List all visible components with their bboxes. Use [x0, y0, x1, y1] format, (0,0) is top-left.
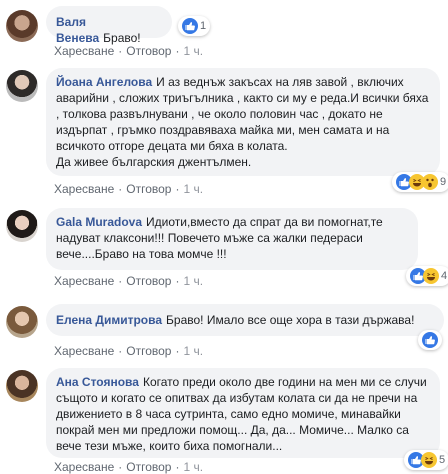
- reaction-count: 4: [441, 270, 448, 282]
- comment-author[interactable]: Ана Стоянова: [56, 375, 139, 389]
- reactions-summary[interactable]: 4: [406, 266, 448, 286]
- separator: ·: [118, 44, 123, 58]
- separator: ·: [118, 460, 123, 474]
- comment-time[interactable]: 1 ч.: [183, 274, 203, 288]
- separator: ·: [175, 182, 180, 196]
- separator: ·: [118, 344, 123, 358]
- separator: ·: [175, 274, 180, 288]
- comment-text: Браво!: [103, 31, 141, 45]
- comment-author[interactable]: Елена Димитрова: [56, 313, 162, 327]
- wow-reaction-icon: [422, 174, 438, 190]
- reply-link[interactable]: Отговор: [126, 344, 171, 358]
- reactions-summary[interactable]: 1: [178, 16, 211, 36]
- comment-time[interactable]: 1 ч.: [183, 344, 203, 358]
- reply-link[interactable]: Отговор: [126, 182, 171, 196]
- avatar[interactable]: [6, 210, 38, 242]
- haha-reaction-icon: [421, 452, 437, 468]
- avatar[interactable]: [6, 370, 38, 402]
- comment-time[interactable]: 1 ч.: [183, 182, 203, 196]
- like-reaction-icon: [422, 332, 438, 348]
- comment-time[interactable]: 1 ч.: [183, 44, 203, 58]
- comment-author[interactable]: Йоана Ангелова: [56, 75, 152, 89]
- like-link[interactable]: Харесване: [54, 274, 114, 288]
- reply-link[interactable]: Отговор: [126, 274, 171, 288]
- reply-link[interactable]: Отговор: [126, 460, 171, 474]
- like-link[interactable]: Харесване: [54, 44, 114, 58]
- like-reaction-icon: [182, 18, 198, 34]
- comment-text: Браво! Имало все още хора в тази държава…: [166, 313, 415, 327]
- comment-actions: Харесване · Отговор · 1 ч.: [54, 182, 203, 196]
- comment-bubble: Ана Стоянова Когато преди около две годин…: [46, 368, 440, 458]
- like-link[interactable]: Харесване: [54, 182, 114, 196]
- comment-bubble: Gala Muradova Идиоти,вместо да спрат да в…: [46, 208, 418, 270]
- separator: ·: [118, 274, 123, 288]
- reply-link[interactable]: Отговор: [126, 44, 171, 58]
- reaction-count: 5: [439, 454, 446, 466]
- comment-actions: Харесване · Отговор · 1 ч.: [54, 460, 203, 474]
- separator: ·: [118, 182, 123, 196]
- avatar[interactable]: [6, 10, 38, 42]
- reactions-summary[interactable]: 9: [392, 172, 448, 192]
- comment-bubble: Елена Димитрова Браво! Имало все още хора…: [46, 304, 444, 336]
- comment-author[interactable]: Валя Венева: [56, 15, 99, 45]
- comment-bubble: Йоана Ангелова И аз веднъж закъсах на ляв…: [46, 68, 440, 176]
- like-link[interactable]: Харесване: [54, 460, 114, 474]
- comment-bubble: Валя Венева Браво!: [46, 6, 172, 45]
- like-link[interactable]: Харесване: [54, 344, 114, 358]
- comment-time[interactable]: 1 ч.: [183, 460, 203, 474]
- comment-actions: Харесване · Отговор · 1 ч.: [54, 44, 203, 58]
- comment-text: И аз веднъж закъсах на ляв завой , включ…: [56, 75, 429, 169]
- haha-reaction-icon: [423, 268, 439, 284]
- separator: ·: [175, 344, 180, 358]
- separator: ·: [175, 460, 180, 474]
- comment-author[interactable]: Gala Muradova: [56, 215, 142, 229]
- comment-actions: Харесване · Отговор · 1 ч.: [54, 344, 203, 358]
- separator: ·: [175, 44, 180, 58]
- comment-actions: Харесване · Отговор · 1 ч.: [54, 274, 203, 288]
- reactions-summary[interactable]: [418, 330, 442, 350]
- reaction-count: 9: [440, 176, 447, 188]
- reaction-count: 1: [200, 20, 207, 32]
- avatar[interactable]: [6, 70, 38, 102]
- avatar[interactable]: [6, 306, 38, 338]
- reactions-summary[interactable]: 5: [404, 450, 448, 470]
